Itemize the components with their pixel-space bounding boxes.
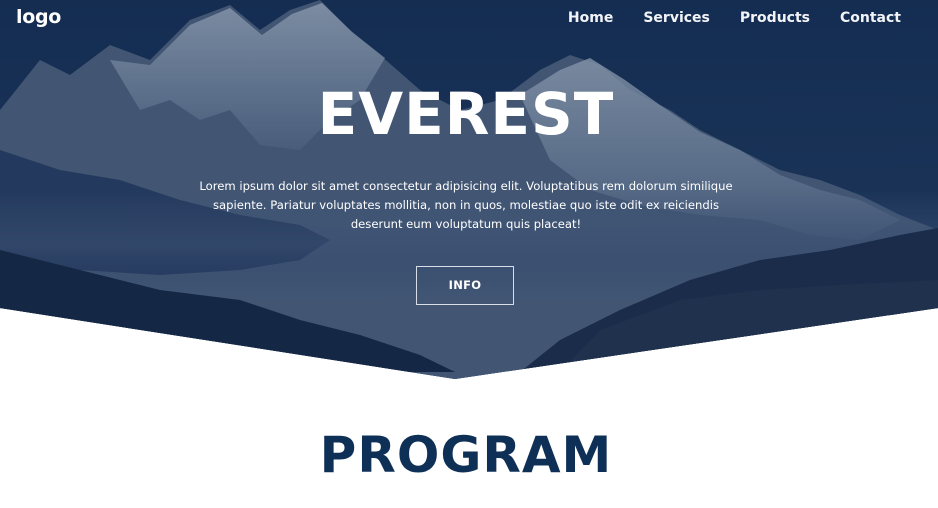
logo[interactable]: logo	[16, 6, 61, 28]
page: logo Home Services Products Contact EVER…	[0, 0, 938, 508]
hero-title: EVEREST	[317, 80, 615, 148]
section-title: PROGRAM	[319, 426, 613, 484]
nav-link-services[interactable]: Services	[643, 10, 710, 26]
info-button[interactable]: INFO	[416, 266, 514, 305]
nav-link-contact[interactable]: Contact	[840, 10, 901, 26]
nav-links: Home Services Products Contact	[568, 10, 901, 26]
top-navbar: logo Home Services Products Contact	[0, 0, 938, 38]
nav-link-products[interactable]: Products	[740, 10, 810, 26]
nav-link-home[interactable]: Home	[568, 10, 613, 26]
hero-description: Lorem ipsum dolor sit amet consectetur a…	[199, 179, 733, 231]
